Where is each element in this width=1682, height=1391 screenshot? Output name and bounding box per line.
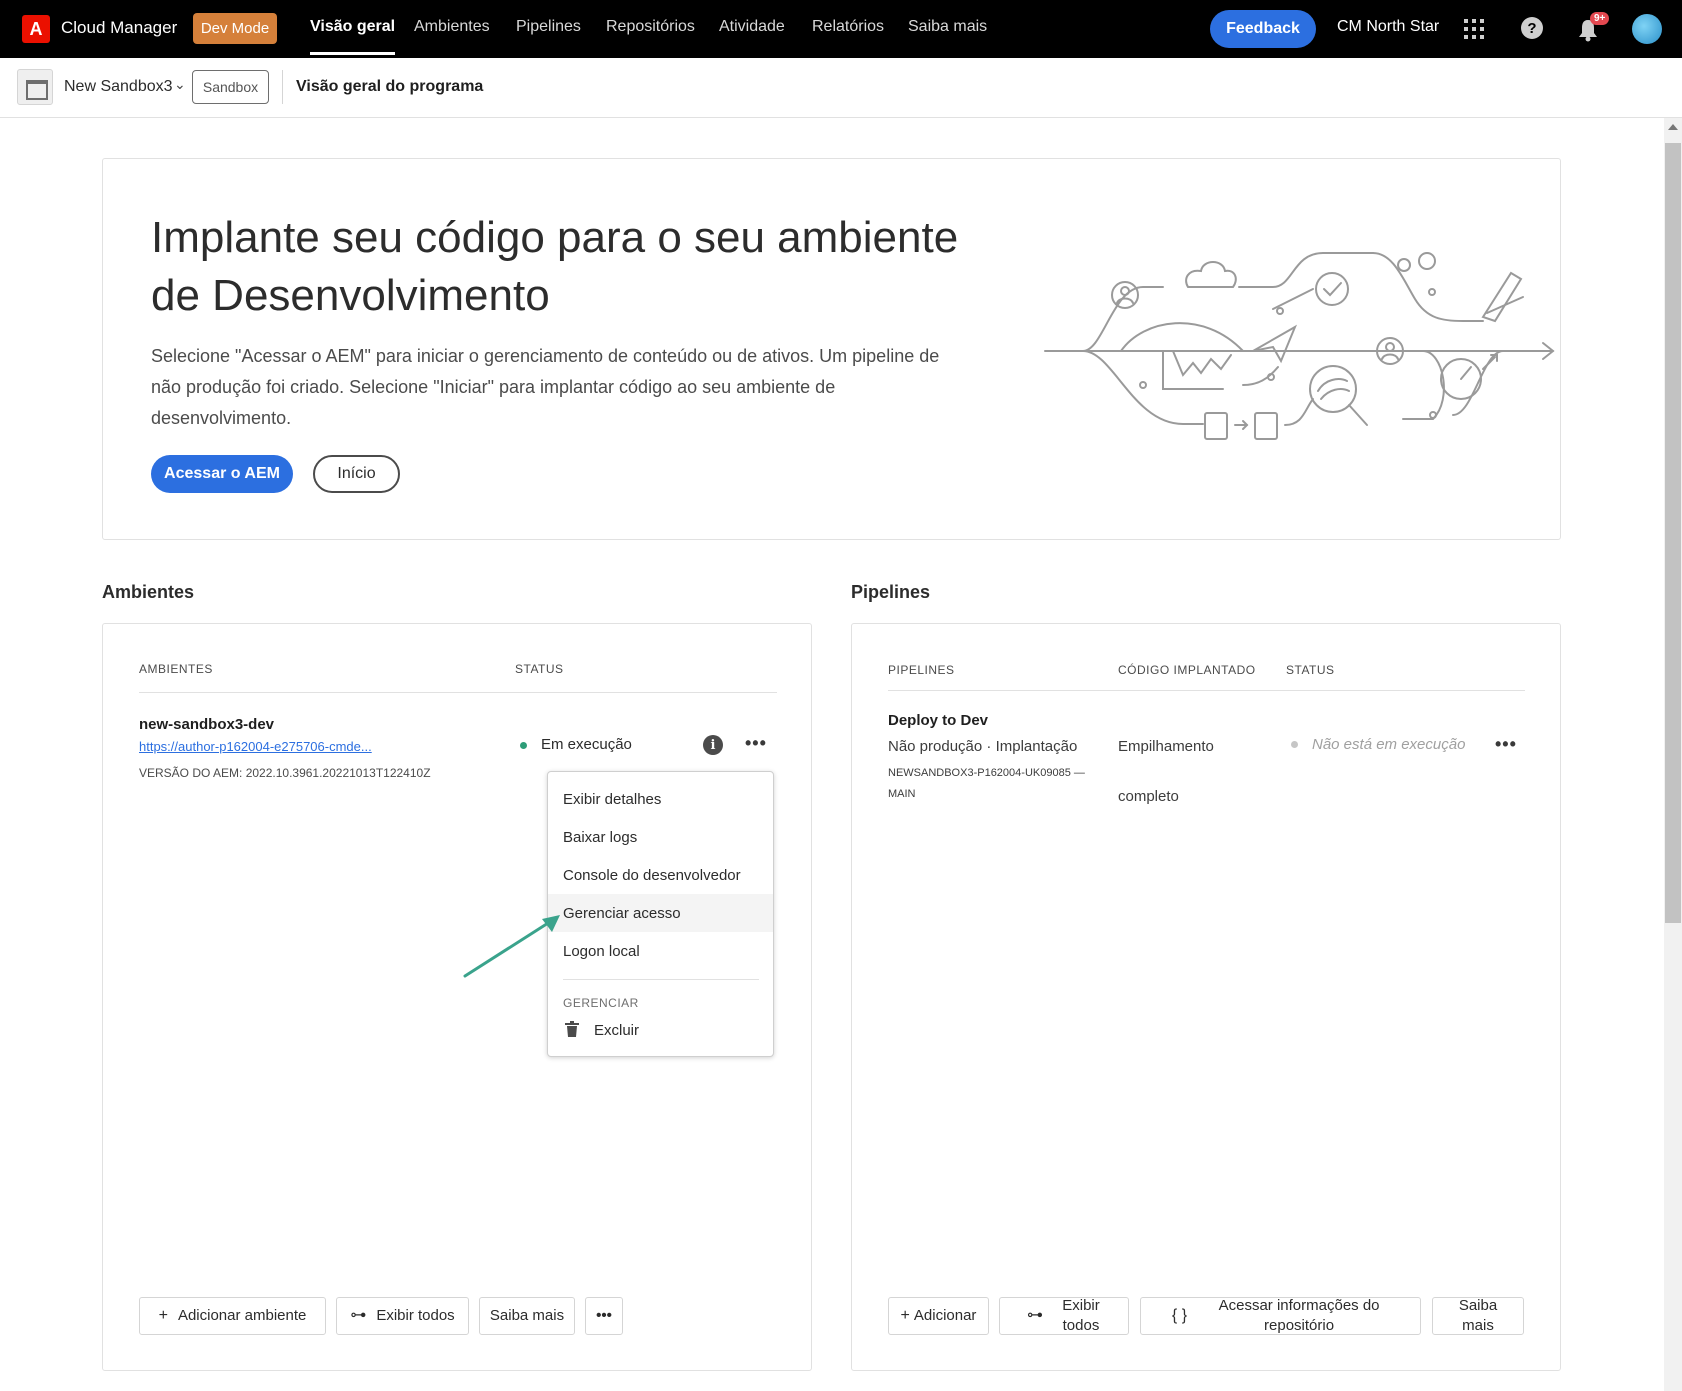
scrollbar-thumb[interactable] [1665, 143, 1681, 923]
deployed-code-line2: completo [1118, 788, 1179, 805]
repository-info-label: Acessar informações do repositório [1218, 1297, 1380, 1334]
column-header-environments: AMBIENTES [139, 662, 213, 676]
column-header-status: STATUS [1286, 663, 1335, 677]
tab-repositories[interactable]: Repositórios [606, 18, 695, 36]
pipeline-repository: NEWSANDBOX3-P162004-UK09085 — [888, 767, 1085, 779]
view-all-label: Exibir todos [1062, 1297, 1100, 1334]
hero-title: Implante seu código para o seu ambiente … [151, 213, 959, 320]
tab-environments[interactable]: Ambientes [414, 18, 490, 36]
program-menu-icon[interactable] [17, 69, 53, 105]
add-environment-label: Adicionar ambiente [177, 1307, 307, 1324]
menu-divider [563, 979, 759, 980]
menu-item-manage-access[interactable]: Gerenciar acesso [548, 894, 773, 932]
program-type-tag: Sandbox [192, 70, 269, 104]
add-environment-button[interactable]: + Adicionar ambiente [139, 1297, 326, 1335]
learn-more-label: Saiba mais [1458, 1297, 1498, 1334]
view-all-label: Exibir todos [376, 1307, 455, 1324]
start-button[interactable]: Início [313, 455, 400, 493]
pipeline-branch: MAIN [888, 788, 916, 800]
status-running-dot [520, 742, 527, 749]
pipeline-status: Não está em execução [1312, 736, 1466, 753]
header-divider [139, 692, 777, 693]
aem-version: VERSÃO DO AEM: 2022.10.3961.20221013T122… [139, 766, 431, 780]
environment-more-actions-icon[interactable]: ••• [745, 733, 767, 754]
learn-more-pipelines-button[interactable]: Saiba mais [1432, 1297, 1524, 1335]
feedback-button[interactable]: Feedback [1210, 10, 1316, 48]
menu-item-view-details[interactable]: Exibir detalhes [548, 780, 773, 818]
menu-item-developer-console[interactable]: Console do desenvolvedor [548, 856, 773, 894]
notification-count-badge: 9+ [1590, 12, 1610, 25]
tab-pipelines[interactable]: Pipelines [516, 18, 581, 36]
top-navigation: A Cloud Manager Dev Mode Visão geral Amb… [0, 0, 1682, 58]
org-switcher[interactable]: CM North Star [1337, 18, 1439, 36]
add-pipeline-button[interactable]: + Adicionar [888, 1297, 989, 1335]
program-selector[interactable]: New Sandbox3 [64, 78, 173, 96]
hero-card: Implante seu código para o seu ambiente … [102, 158, 1561, 540]
chevron-down-icon[interactable]: ⌄ [174, 76, 186, 93]
menu-item-delete[interactable]: Excluir [594, 1022, 639, 1039]
pipelines-card: PIPELINES CÓDIGO IMPLANTADO STATUS Deplo… [851, 623, 1561, 1371]
menu-item-local-login[interactable]: Logon local [548, 932, 773, 970]
plus-icon: + [900, 1307, 910, 1324]
tab-overview[interactable]: Visão geral [310, 18, 396, 55]
pipelines-section-title: Pipelines [851, 582, 931, 602]
repository-info-button[interactable]: { } Acessar informações do repositório [1140, 1297, 1421, 1335]
tab-activity[interactable]: Atividade [719, 18, 785, 36]
info-icon[interactable]: i [703, 735, 723, 755]
pipeline-name[interactable]: Deploy to Dev [888, 712, 988, 729]
help-icon[interactable]: ? [1521, 17, 1543, 39]
tree-view-icon: ⊶ [1027, 1307, 1043, 1324]
column-header-status: STATUS [515, 662, 564, 676]
status-idle-dot [1291, 741, 1298, 748]
view-all-environments-button[interactable]: ⊶ Exibir todos [336, 1297, 469, 1335]
add-pipeline-label: Adicionar [913, 1307, 977, 1324]
environment-name: new-sandbox3-dev [139, 716, 275, 733]
pipeline-more-actions-icon[interactable]: ••• [1495, 734, 1517, 755]
page-scrollbar[interactable] [1664, 118, 1682, 1391]
view-all-pipelines-button[interactable]: ⊶ Exibir todos [999, 1297, 1129, 1335]
scroll-up-arrow-icon[interactable] [1668, 124, 1678, 130]
apps-grid-icon[interactable] [1463, 18, 1485, 40]
environment-url-link[interactable]: https://author-p162004-e275706-cmde... [139, 739, 372, 754]
tree-view-icon: ⊶ [350, 1307, 367, 1324]
dev-mode-badge: Dev Mode [193, 13, 277, 44]
column-header-pipelines: PIPELINES [888, 663, 955, 677]
program-header: New Sandbox3 ⌄ Sandbox Visão geral do pr… [0, 58, 1682, 118]
adobe-logo-icon[interactable]: A [22, 15, 50, 43]
header-divider [282, 70, 283, 104]
tab-reports[interactable]: Relatórios [812, 18, 884, 36]
app-name[interactable]: Cloud Manager [61, 18, 177, 38]
access-aem-button[interactable]: Acessar o AEM [151, 455, 293, 493]
annotation-arrow-icon [463, 915, 560, 978]
environment-status: Em execução [541, 736, 632, 753]
trash-icon [565, 1021, 579, 1037]
pipeline-type: Não produção · Implantação [888, 738, 1078, 755]
pipeline-illustration [1044, 252, 1555, 440]
header-divider [888, 690, 1525, 691]
tab-learn-more[interactable]: Saiba mais [908, 18, 987, 36]
environments-more-icon[interactable]: ••• [585, 1297, 623, 1335]
user-avatar[interactable] [1632, 14, 1662, 44]
menu-item-download-logs[interactable]: Baixar logs [548, 818, 773, 856]
learn-more-environments-button[interactable]: Saiba mais [479, 1297, 575, 1335]
menu-section-manage: GERENCIAR [563, 996, 639, 1010]
environments-section-title: Ambientes [102, 582, 195, 602]
column-header-deployed-code: CÓDIGO IMPLANTADO [1118, 663, 1256, 677]
hero-description: Selecione "Acessar o AEM" para iniciar o… [151, 346, 940, 428]
plus-icon: + [158, 1307, 168, 1324]
braces-icon: { } [1171, 1307, 1188, 1324]
environment-actions-menu: Exibir detalhes Baixar logs Console do d… [547, 771, 774, 1057]
deployed-code-line1: Empilhamento [1118, 738, 1214, 755]
page-title: Visão geral do programa [296, 78, 484, 95]
